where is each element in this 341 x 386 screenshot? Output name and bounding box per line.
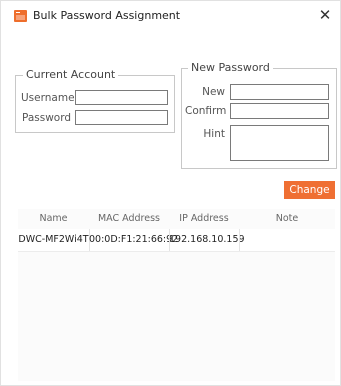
cell-name: DWC-MF2Wi4T [18, 234, 89, 245]
new-password-legend: New Password [188, 61, 273, 75]
table-header: Name MAC Address IP Address Note [18, 209, 335, 229]
table-row[interactable]: DWC-MF2Wi4T 00:0D:F1:21:66:92 192.168.10… [18, 229, 335, 252]
hint-label: Hint [203, 128, 225, 140]
change-button[interactable]: Change [284, 181, 335, 199]
username-label: Username [21, 92, 75, 104]
column-header-mac[interactable]: MAC Address [89, 213, 169, 224]
bulk-password-window: Bulk Password Assignment ✕ Current Accou… [0, 0, 341, 386]
username-input[interactable] [75, 90, 168, 105]
column-divider [239, 229, 240, 251]
confirm-label: Confirm [185, 105, 227, 117]
device-table: Name MAC Address IP Address Note DWC-MF2… [18, 209, 335, 381]
new-label: New [202, 86, 225, 98]
confirm-password-input[interactable] [230, 103, 329, 119]
cell-ip: 192.168.10.159 [169, 234, 245, 245]
hint-input[interactable] [230, 125, 329, 161]
column-header-name[interactable]: Name [18, 213, 89, 224]
close-icon[interactable]: ✕ [312, 3, 338, 27]
current-account-legend: Current Account [23, 68, 119, 82]
password-label: Password [21, 112, 71, 124]
cell-mac: 00:0D:F1:21:66:92 [89, 234, 179, 245]
title-bar: Bulk Password Assignment ✕ [1, 1, 340, 31]
window-title: Bulk Password Assignment [33, 9, 181, 22]
new-password-input[interactable] [230, 84, 329, 100]
password-input[interactable] [75, 110, 168, 125]
app-icon [14, 10, 27, 22]
column-header-ip[interactable]: IP Address [169, 213, 239, 224]
column-header-note[interactable]: Note [239, 213, 335, 224]
